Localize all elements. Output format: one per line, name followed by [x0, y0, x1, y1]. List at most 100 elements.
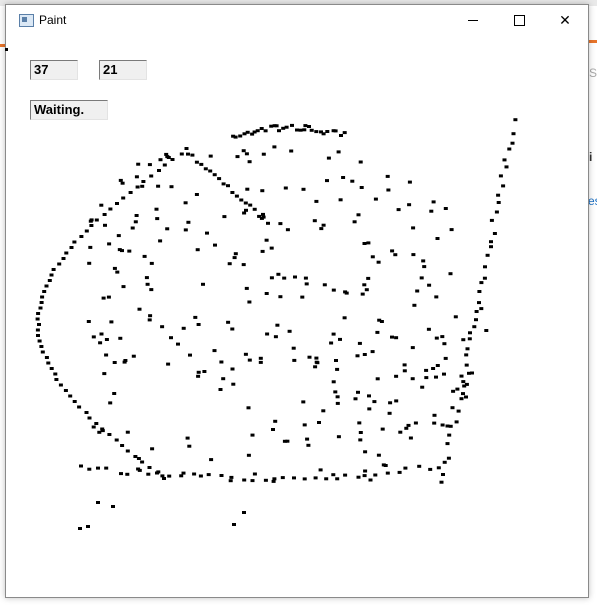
brush-mark — [230, 327, 235, 331]
brush-mark — [264, 292, 269, 295]
brush-mark — [489, 218, 494, 222]
brush-mark — [192, 472, 197, 476]
brush-mark — [104, 353, 109, 357]
brush-mark — [235, 155, 240, 159]
brush-mark — [162, 477, 166, 480]
brush-mark — [36, 334, 40, 337]
brush-mark — [98, 341, 103, 345]
brush-mark — [72, 240, 77, 244]
brush-mark — [219, 474, 224, 477]
brush-mark — [304, 282, 309, 286]
brush-mark — [362, 242, 367, 245]
y-value-field[interactable]: 21 — [99, 60, 147, 80]
brush-mark — [373, 473, 378, 477]
brush-mark — [424, 368, 429, 372]
brush-mark — [293, 275, 297, 279]
brush-mark — [97, 430, 102, 434]
brush-mark — [362, 353, 367, 356]
brush-mark — [51, 268, 56, 271]
brush-mark — [166, 156, 171, 159]
brush-mark — [477, 290, 482, 293]
brush-mark — [483, 265, 487, 269]
brush-mark — [415, 289, 420, 293]
maximize-button[interactable] — [496, 5, 542, 35]
brush-mark — [276, 272, 281, 276]
brush-mark — [120, 181, 125, 185]
brush-mark — [496, 201, 501, 204]
brush-mark — [260, 189, 265, 193]
brush-mark — [86, 525, 90, 528]
brush-mark — [193, 315, 198, 319]
brush-mark — [435, 364, 440, 367]
brush-mark — [234, 194, 239, 198]
minimize-button[interactable] — [450, 5, 496, 35]
brush-mark — [472, 325, 477, 329]
brush-mark — [39, 301, 44, 304]
brush-mark — [313, 476, 318, 480]
brush-mark — [156, 470, 161, 474]
brush-mark — [450, 406, 455, 410]
brush-mark — [148, 314, 153, 318]
brush-mark — [360, 292, 365, 296]
brush-mark — [422, 265, 427, 269]
brush-mark — [306, 443, 311, 447]
x-value-field[interactable]: 37 — [30, 60, 78, 80]
brush-mark — [511, 132, 516, 136]
brush-mark — [402, 369, 407, 373]
brush-mark — [49, 367, 54, 370]
brush-mark — [102, 213, 107, 216]
background-link-fragment[interactable]: es — [588, 194, 597, 208]
brush-mark — [54, 378, 59, 381]
brush-mark — [482, 276, 487, 280]
brush-mark — [44, 356, 49, 359]
brush-mark — [100, 429, 105, 433]
brush-mark — [292, 358, 297, 362]
brush-mark — [484, 329, 489, 332]
brush-mark — [247, 358, 252, 362]
brush-mark — [119, 472, 123, 476]
brush-mark — [58, 383, 63, 387]
brush-mark — [158, 239, 163, 243]
brush-mark — [376, 260, 381, 264]
brush-mark — [272, 477, 277, 481]
brush-mark — [231, 382, 236, 386]
brush-mark — [227, 262, 232, 266]
brush-mark — [314, 130, 319, 134]
brush-mark — [394, 374, 399, 378]
brush-mark — [474, 310, 479, 313]
paint-window[interactable]: Paint ✕ 37 21 Waiting. — [5, 4, 589, 598]
brush-mark — [141, 180, 146, 183]
paint-client-area[interactable]: 37 21 Waiting. — [6, 35, 588, 597]
brush-mark — [461, 380, 466, 384]
brush-mark — [167, 474, 172, 478]
brush-mark — [343, 290, 348, 294]
brush-mark — [162, 163, 167, 167]
brush-mark — [190, 153, 195, 157]
brush-mark — [428, 467, 433, 471]
brush-mark — [338, 337, 342, 341]
brush-mark — [112, 361, 117, 364]
brush-mark — [319, 227, 324, 231]
brush-mark — [334, 359, 338, 362]
title-bar[interactable]: Paint ✕ — [6, 5, 588, 35]
brush-mark — [479, 281, 484, 285]
brush-mark — [38, 306, 43, 310]
brush-mark — [443, 356, 448, 360]
brush-mark — [205, 231, 209, 235]
close-button[interactable]: ✕ — [542, 5, 588, 35]
brush-mark — [338, 198, 343, 202]
brush-mark — [46, 361, 51, 365]
brush-mark — [321, 132, 326, 136]
brush-mark — [199, 162, 204, 166]
brush-mark — [181, 471, 186, 475]
brush-mark — [398, 430, 403, 434]
brush-mark — [263, 129, 268, 133]
brush-mark — [115, 202, 119, 205]
brush-mark — [421, 259, 426, 263]
brush-mark — [86, 320, 91, 323]
brush-mark — [125, 430, 130, 434]
brush-mark — [72, 400, 77, 403]
brush-mark — [291, 346, 296, 350]
brush-mark — [411, 226, 416, 230]
brush-mark — [264, 238, 269, 242]
